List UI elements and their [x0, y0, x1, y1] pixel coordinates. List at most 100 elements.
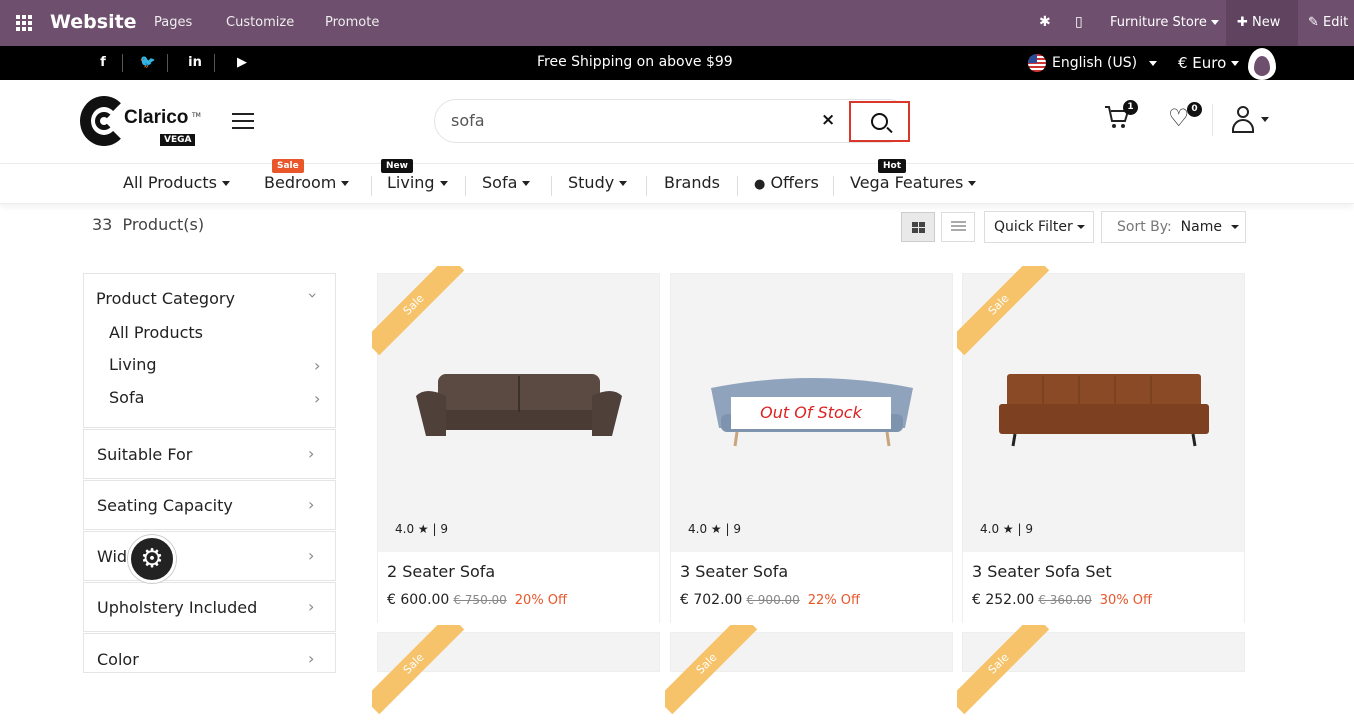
star-icon: ★ [1002, 522, 1014, 536]
new-button[interactable]: ✚ New [1226, 0, 1298, 46]
menu-all-products[interactable]: All Products [123, 173, 231, 192]
filter-label: Seating Capacity [97, 496, 233, 515]
clear-search-icon[interactable]: × [821, 110, 835, 130]
old-price: € 900.00 [746, 593, 800, 607]
filter-suitable-for[interactable]: Suitable For › [83, 429, 336, 479]
apps-grid-icon[interactable] [16, 15, 34, 31]
product-name[interactable]: 2 Seater Sofa [387, 562, 495, 581]
menu-study[interactable]: Study [568, 173, 628, 192]
product-price: € 600.00 € 750.00 20% Off [387, 592, 567, 608]
rating: 4.0 ★ | 9 [395, 522, 448, 536]
search-box: × [434, 99, 910, 143]
product-category-panel: Product Category › All Products Living ›… [83, 273, 336, 428]
filter-upholstery-included[interactable]: Upholstery Included › [83, 582, 336, 632]
new-label: New [1252, 15, 1281, 30]
ribbon-label: Sale [665, 625, 758, 715]
cart-icon[interactable]: 1 [1104, 100, 1138, 130]
nav-pages[interactable]: Pages [154, 15, 192, 30]
chevron-down-icon [439, 181, 448, 186]
panel-title[interactable]: Product Category [96, 289, 235, 308]
ribbon-label: Sale [957, 625, 1050, 715]
menu-bedroom[interactable]: Sale Bedroom [264, 159, 350, 192]
chevron-right-icon[interactable]: › [314, 389, 320, 408]
chevron-down-icon [1077, 225, 1086, 229]
edit-button[interactable]: ✎ Edit [1308, 15, 1348, 30]
shipping-message: Free Shipping on above $99 [537, 54, 733, 70]
search-button[interactable] [849, 101, 910, 142]
category-living[interactable]: Living [109, 355, 157, 374]
chevron-right-icon: › [308, 444, 315, 463]
product-card[interactable]: Sale [665, 625, 953, 715]
sort-dropdown[interactable]: Sort By: Name [1101, 211, 1246, 243]
logo-text: Clarico [124, 107, 189, 128]
clarico-logo[interactable]: Clarico VEGA TM [80, 96, 201, 148]
product-price: € 702.00 € 900.00 22% Off [680, 592, 860, 608]
website-title[interactable]: Website [50, 11, 137, 33]
menu-living[interactable]: New Living [381, 159, 448, 192]
star-icon: ★ [417, 522, 429, 536]
chevron-right-icon[interactable]: › [314, 356, 320, 375]
logo-tm: TM [192, 112, 201, 119]
sort-value: Name [1180, 219, 1222, 235]
chevron-down-icon [222, 181, 231, 186]
hot-tag: Hot [878, 159, 907, 173]
currency-selector[interactable]: € Euro [1178, 54, 1240, 72]
user-account-icon[interactable] [1232, 106, 1254, 134]
debug-bug-icon[interactable]: ✱ [1039, 14, 1051, 30]
language-selector[interactable]: English (US) [1028, 54, 1158, 72]
product-card[interactable]: Sale [957, 625, 1245, 715]
nav-customize[interactable]: Customize [226, 15, 294, 30]
sale-ribbon: Sale [957, 266, 1052, 361]
chevron-down-icon[interactable] [1261, 117, 1269, 122]
star-icon: ★ [710, 522, 722, 536]
facebook-icon[interactable]: f [93, 55, 113, 70]
chevron-right-icon: › [308, 495, 315, 514]
menu-vega-features[interactable]: Hot Vega Features [850, 159, 977, 192]
discount: 30% Off [1099, 593, 1152, 608]
category-all-products[interactable]: All Products [109, 323, 203, 342]
product-card[interactable]: Sale 4.0 ★ | 9 3 Seater Sofa Set € 252.0… [957, 266, 1245, 623]
product-card[interactable]: Sale [372, 625, 660, 715]
quick-filter-button[interactable]: Quick Filter [984, 211, 1094, 243]
new-tag: New [381, 159, 413, 173]
gear-icon[interactable]: ⚙ [128, 535, 176, 583]
chevron-down-icon [1211, 20, 1219, 25]
menu-offers[interactable]: ● Offers [754, 173, 819, 192]
chevron-down-icon [1149, 60, 1158, 66]
grid-view-button[interactable] [901, 212, 935, 242]
menu-label: Living [387, 173, 435, 192]
youtube-icon[interactable]: ▶ [232, 55, 252, 70]
chevron-down-icon[interactable]: › [304, 292, 323, 298]
filter-color[interactable]: Color › [83, 633, 336, 673]
promo-bar: f 🐦 in ▶ Free Shipping on above $99 Engl… [0, 46, 1354, 80]
mobile-preview-icon[interactable]: ▯ [1075, 14, 1083, 30]
filter-seating-capacity[interactable]: Seating Capacity › [83, 480, 336, 530]
wishlist-heart-icon[interactable]: ♡ 0 [1168, 102, 1202, 132]
hamburger-menu-icon[interactable] [232, 113, 254, 129]
product-card[interactable]: Sale 4.0 ★ | 9 2 Seater Sofa € 600.00 € 7… [372, 266, 660, 623]
menu-brands[interactable]: Brands [664, 173, 720, 192]
review-count: 9 [733, 522, 741, 536]
linkedin-icon[interactable]: in [185, 55, 205, 70]
menu-label: Bedroom [264, 173, 337, 192]
search-input[interactable] [451, 111, 811, 130]
sofa-image [999, 374, 1209, 447]
filter-label: Wid [97, 547, 128, 566]
current-price: € 252.00 [972, 592, 1035, 608]
sort-label: Sort By: [1117, 219, 1172, 235]
store-switcher[interactable]: Furniture Store [1110, 15, 1219, 30]
nav-promote[interactable]: Promote [325, 15, 379, 30]
menu-label: Offers [770, 173, 819, 192]
product-card[interactable]: Out Of Stock 4.0 ★ | 9 3 Seater Sofa € 7… [670, 273, 953, 623]
product-name[interactable]: 3 Seater Sofa [680, 562, 788, 581]
category-sofa[interactable]: Sofa [109, 388, 144, 407]
twitter-icon[interactable]: 🐦 [138, 55, 158, 70]
product-name[interactable]: 3 Seater Sofa Set [972, 562, 1112, 581]
cart-count-badge: 1 [1123, 100, 1138, 115]
out-of-stock-label: Out Of Stock [731, 397, 891, 429]
theme-drop-icon[interactable] [1248, 48, 1276, 80]
rating-value: 4.0 [980, 522, 1000, 536]
filter-width[interactable]: Wid › [83, 531, 336, 581]
menu-sofa[interactable]: Sofa [482, 173, 531, 192]
list-view-button[interactable] [941, 212, 975, 242]
